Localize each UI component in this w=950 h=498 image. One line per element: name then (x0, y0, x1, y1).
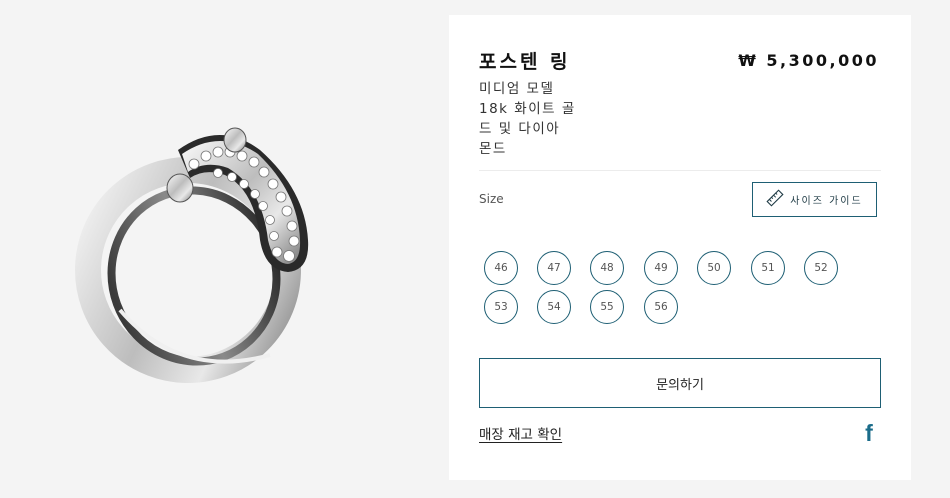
size-option[interactable]: 55 (590, 290, 624, 324)
product-price: ₩ 5,300,000 (738, 51, 879, 70)
size-guide-label: 사이즈 가이드 (790, 196, 863, 207)
ring-illustration (75, 127, 309, 383)
size-option[interactable]: 53 (484, 290, 518, 324)
description-line: 미디엄 모델 (479, 81, 555, 97)
description-line: 몬드 (479, 141, 507, 157)
product-description: 미디엄 모델 18k 화이트 골 드 및 다이아 몬드 (479, 79, 583, 159)
size-option[interactable]: 54 (537, 290, 571, 324)
inquiry-button[interactable]: 문의하기 (479, 358, 881, 408)
description-line: 드 및 다이아 (479, 121, 561, 137)
product-title: 포스텐 링 (479, 51, 571, 73)
size-option[interactable]: 47 (537, 251, 571, 285)
size-option[interactable]: 50 (697, 251, 731, 285)
size-option[interactable]: 49 (644, 251, 678, 285)
divider (479, 170, 881, 171)
description-line: 18k 화이트 골 (479, 101, 576, 117)
size-option[interactable]: 56 (644, 290, 678, 324)
size-label: Size (479, 192, 504, 206)
product-image (60, 80, 360, 400)
size-option[interactable]: 46 (484, 251, 518, 285)
size-option[interactable]: 48 (590, 251, 624, 285)
size-option[interactable]: 52 (804, 251, 838, 285)
product-panel: 포스텐 링 ₩ 5,300,000 미디엄 모델 18k 화이트 골 드 및 다… (449, 15, 911, 480)
ruler-icon (766, 188, 784, 211)
size-guide-button[interactable]: 사이즈 가이드 (752, 182, 877, 217)
store-stock-link[interactable]: 매장 재고 확인 (479, 423, 562, 443)
size-option[interactable]: 51 (751, 251, 785, 285)
facebook-icon[interactable]: f (861, 420, 877, 446)
